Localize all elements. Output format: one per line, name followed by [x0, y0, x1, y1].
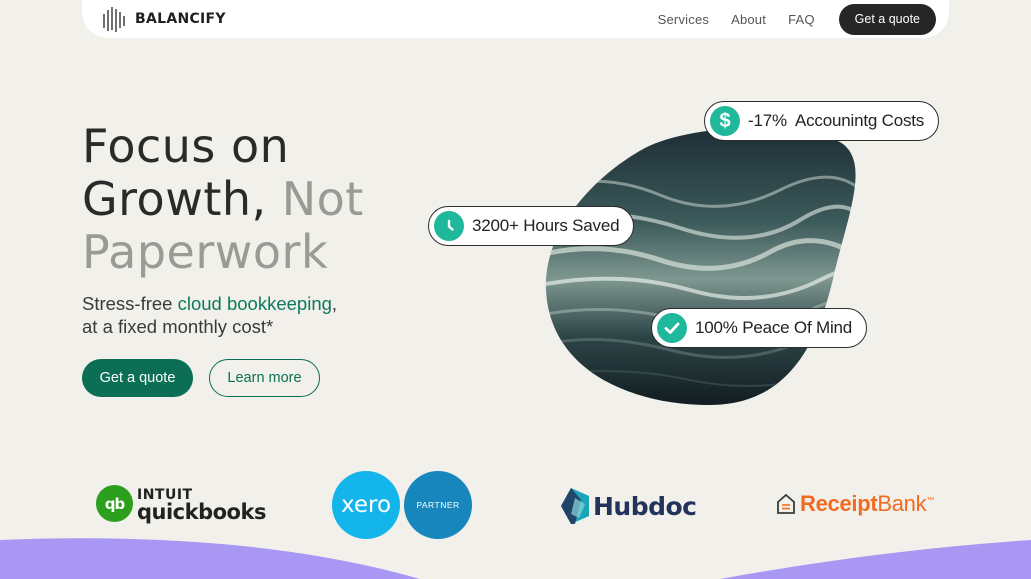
nav-link-faq[interactable]: FAQ — [788, 12, 815, 27]
hero-subtitle: Stress-free cloud bookkeeping, at a fixe… — [82, 292, 337, 338]
hero-subtitle-accent: cloud bookkeeping — [177, 293, 332, 314]
hero-title: Focus on Growth, Not Paperwork — [82, 120, 364, 279]
top-navbar: BALANCIFY Services About FAQ Get a quote — [82, 0, 949, 38]
receiptbank-light-text: Bank — [877, 491, 927, 516]
hero-title-not: Not — [281, 172, 364, 226]
nav-get-quote-button[interactable]: Get a quote — [838, 3, 936, 35]
stat-pill-peace: 100% Peace Of Mind — [651, 308, 868, 348]
dollar-icon: $ — [710, 106, 740, 136]
logo-mark-icon — [103, 7, 125, 32]
stat-pill-hours: 3200+ Hours Saved — [428, 206, 635, 246]
hubdoc-logo: Hubdoc — [561, 488, 697, 524]
logo-text: BALANCIFY — [135, 11, 226, 27]
hubdoc-name-text: Hubdoc — [593, 491, 697, 521]
hero-title-paperwork: Paperwork — [82, 225, 329, 279]
clock-icon — [434, 211, 464, 241]
receiptbank-logo: ReceiptBank™ — [776, 491, 934, 517]
hero-title-line1: Focus on — [82, 119, 290, 173]
hero-title-growth: Growth, — [82, 172, 267, 226]
brand-logo[interactable]: BALANCIFY — [102, 6, 226, 32]
check-icon — [657, 313, 687, 343]
stat-hours-text: 3200+ Hours Saved — [472, 216, 620, 235]
nav-link-services[interactable]: Services — [658, 12, 709, 27]
hero-subtitle-comma: , — [331, 293, 338, 314]
receiptbank-bold-text: Receipt — [800, 491, 878, 516]
receiptbank-name: ReceiptBank™ — [800, 491, 934, 517]
stat-costs-text: -17% Accounintg Costs — [748, 111, 925, 130]
quickbooks-logo: qb INTUIT quickbooks — [96, 485, 266, 522]
get-quote-button[interactable]: Get a quote — [82, 359, 193, 397]
hubdoc-mark-icon — [561, 488, 589, 524]
bottom-wave-decoration — [0, 538, 1031, 579]
nav-links: Services About FAQ Get a quote — [658, 3, 936, 35]
water-blob-image — [545, 127, 856, 405]
receiptbank-tm: ™ — [926, 495, 935, 505]
hero-subtitle-prefix: Stress-free — [82, 293, 173, 314]
receipt-house-icon — [777, 493, 795, 514]
stat-pill-costs: $ -17% Accounintg Costs — [704, 101, 940, 141]
learn-more-button[interactable]: Learn more — [209, 359, 320, 397]
nav-link-about[interactable]: About — [731, 12, 766, 27]
stat-peace-text: 100% Peace Of Mind — [695, 318, 853, 337]
quickbooks-name-text: quickbooks — [137, 499, 266, 524]
quickbooks-mark-icon: qb — [96, 485, 133, 522]
hero-subtitle-line2: at a fixed monthly cost* — [82, 316, 274, 337]
